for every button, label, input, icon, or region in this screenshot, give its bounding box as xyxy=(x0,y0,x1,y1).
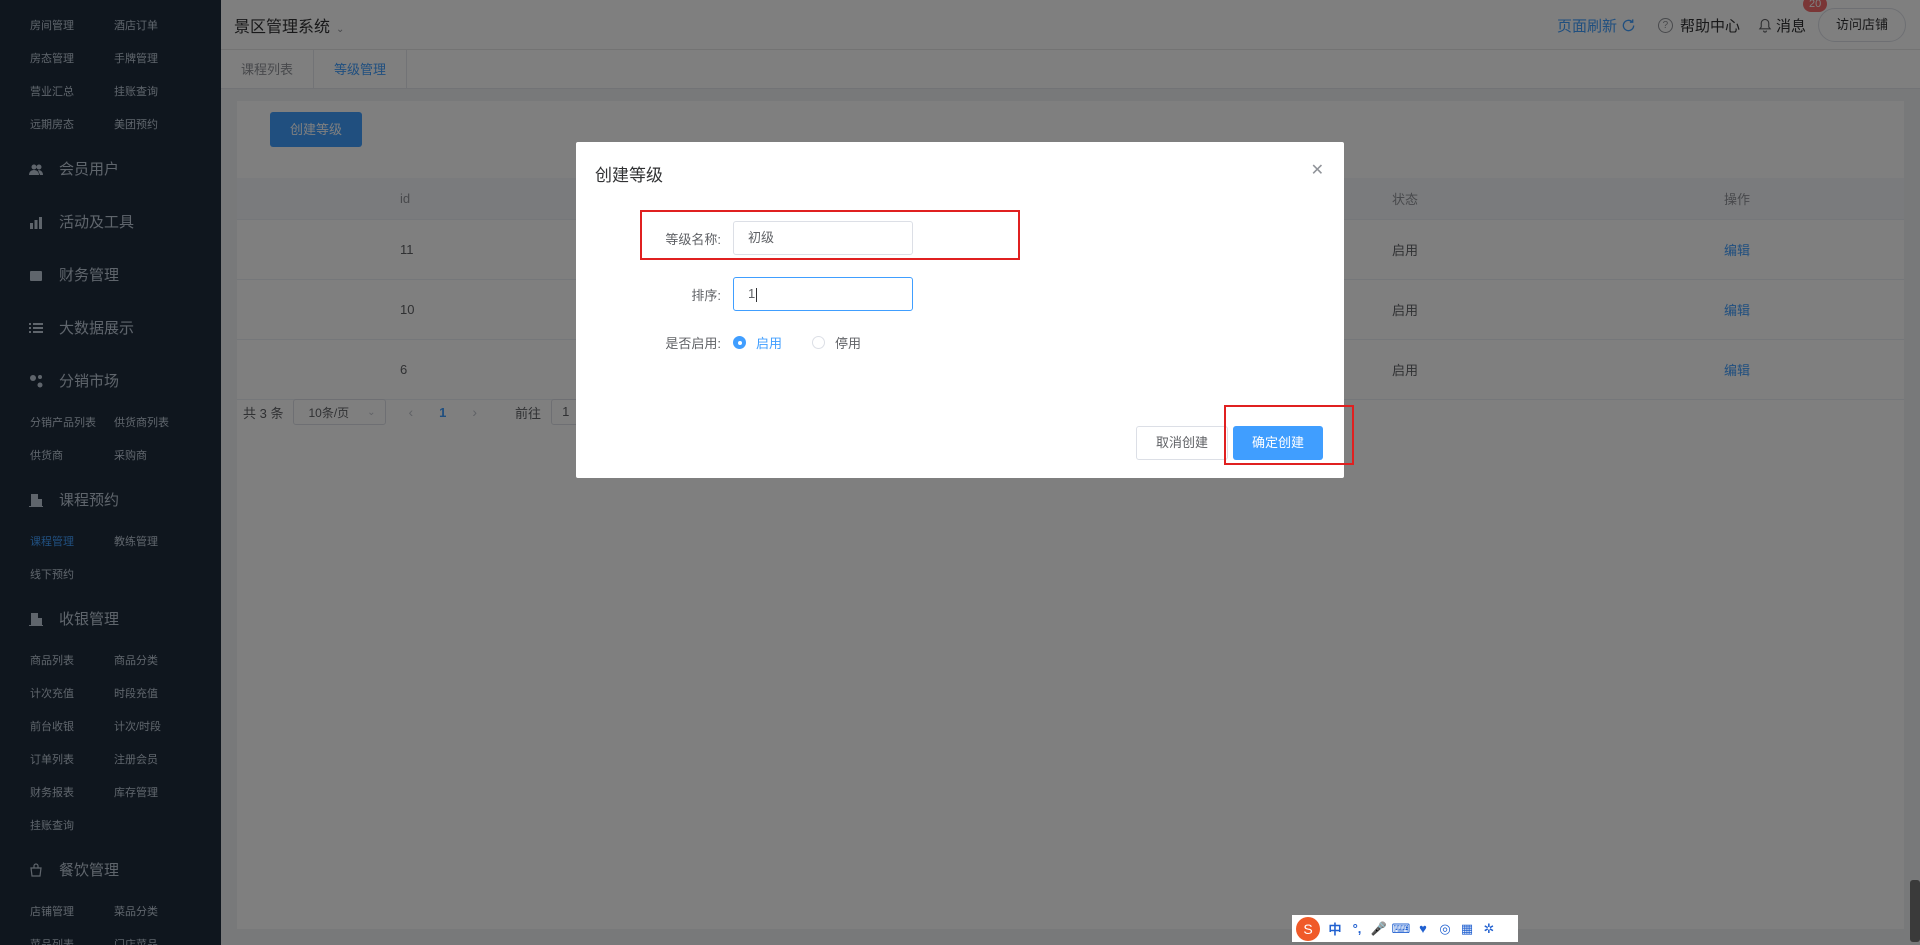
radio-unchecked-icon xyxy=(812,336,826,349)
radio-enabled[interactable]: 启用 xyxy=(733,333,782,352)
ime-language[interactable]: 中 xyxy=(1324,919,1346,938)
close-icon[interactable]: ✕ xyxy=(1311,160,1324,180)
annotation-box-name-field xyxy=(640,210,1020,260)
side-widget xyxy=(1910,880,1920,942)
radio-disabled[interactable]: 停用 xyxy=(812,333,861,352)
enabled-label: 是否启用: xyxy=(665,336,721,351)
form-row-sort: 排序: 1 xyxy=(576,277,913,311)
microphone-icon[interactable]: 🎤 xyxy=(1368,921,1390,937)
keyboard-icon[interactable]: ⌨ xyxy=(1390,921,1412,937)
skin-icon[interactable]: ♥ xyxy=(1412,921,1434,936)
text-caret xyxy=(756,287,758,302)
sogou-logo-icon[interactable]: S xyxy=(1296,916,1320,941)
gamepad-icon[interactable]: ◎ xyxy=(1434,921,1456,937)
radio-disabled-label: 停用 xyxy=(835,336,862,351)
form-row-enabled: 是否启用: 启用 停用 xyxy=(576,333,891,352)
sort-input[interactable]: 1 xyxy=(733,277,913,311)
dialog-title: 创建等级 xyxy=(595,166,663,185)
cancel-create-button[interactable]: 取消创建 xyxy=(1136,426,1229,460)
radio-checked-icon xyxy=(733,336,746,349)
sort-label: 排序: xyxy=(691,287,721,303)
grid-icon[interactable]: ▦ xyxy=(1456,921,1478,937)
settings-icon[interactable]: ✲ xyxy=(1478,921,1500,937)
punctuation-icon[interactable]: °, xyxy=(1346,921,1368,936)
radio-enabled-label: 启用 xyxy=(756,336,783,351)
annotation-box-confirm-button xyxy=(1224,405,1354,465)
ime-toolbar: S 中 °, 🎤 ⌨ ♥ ◎ ▦ ✲ xyxy=(1292,915,1518,942)
sort-value: 1 xyxy=(748,286,756,301)
